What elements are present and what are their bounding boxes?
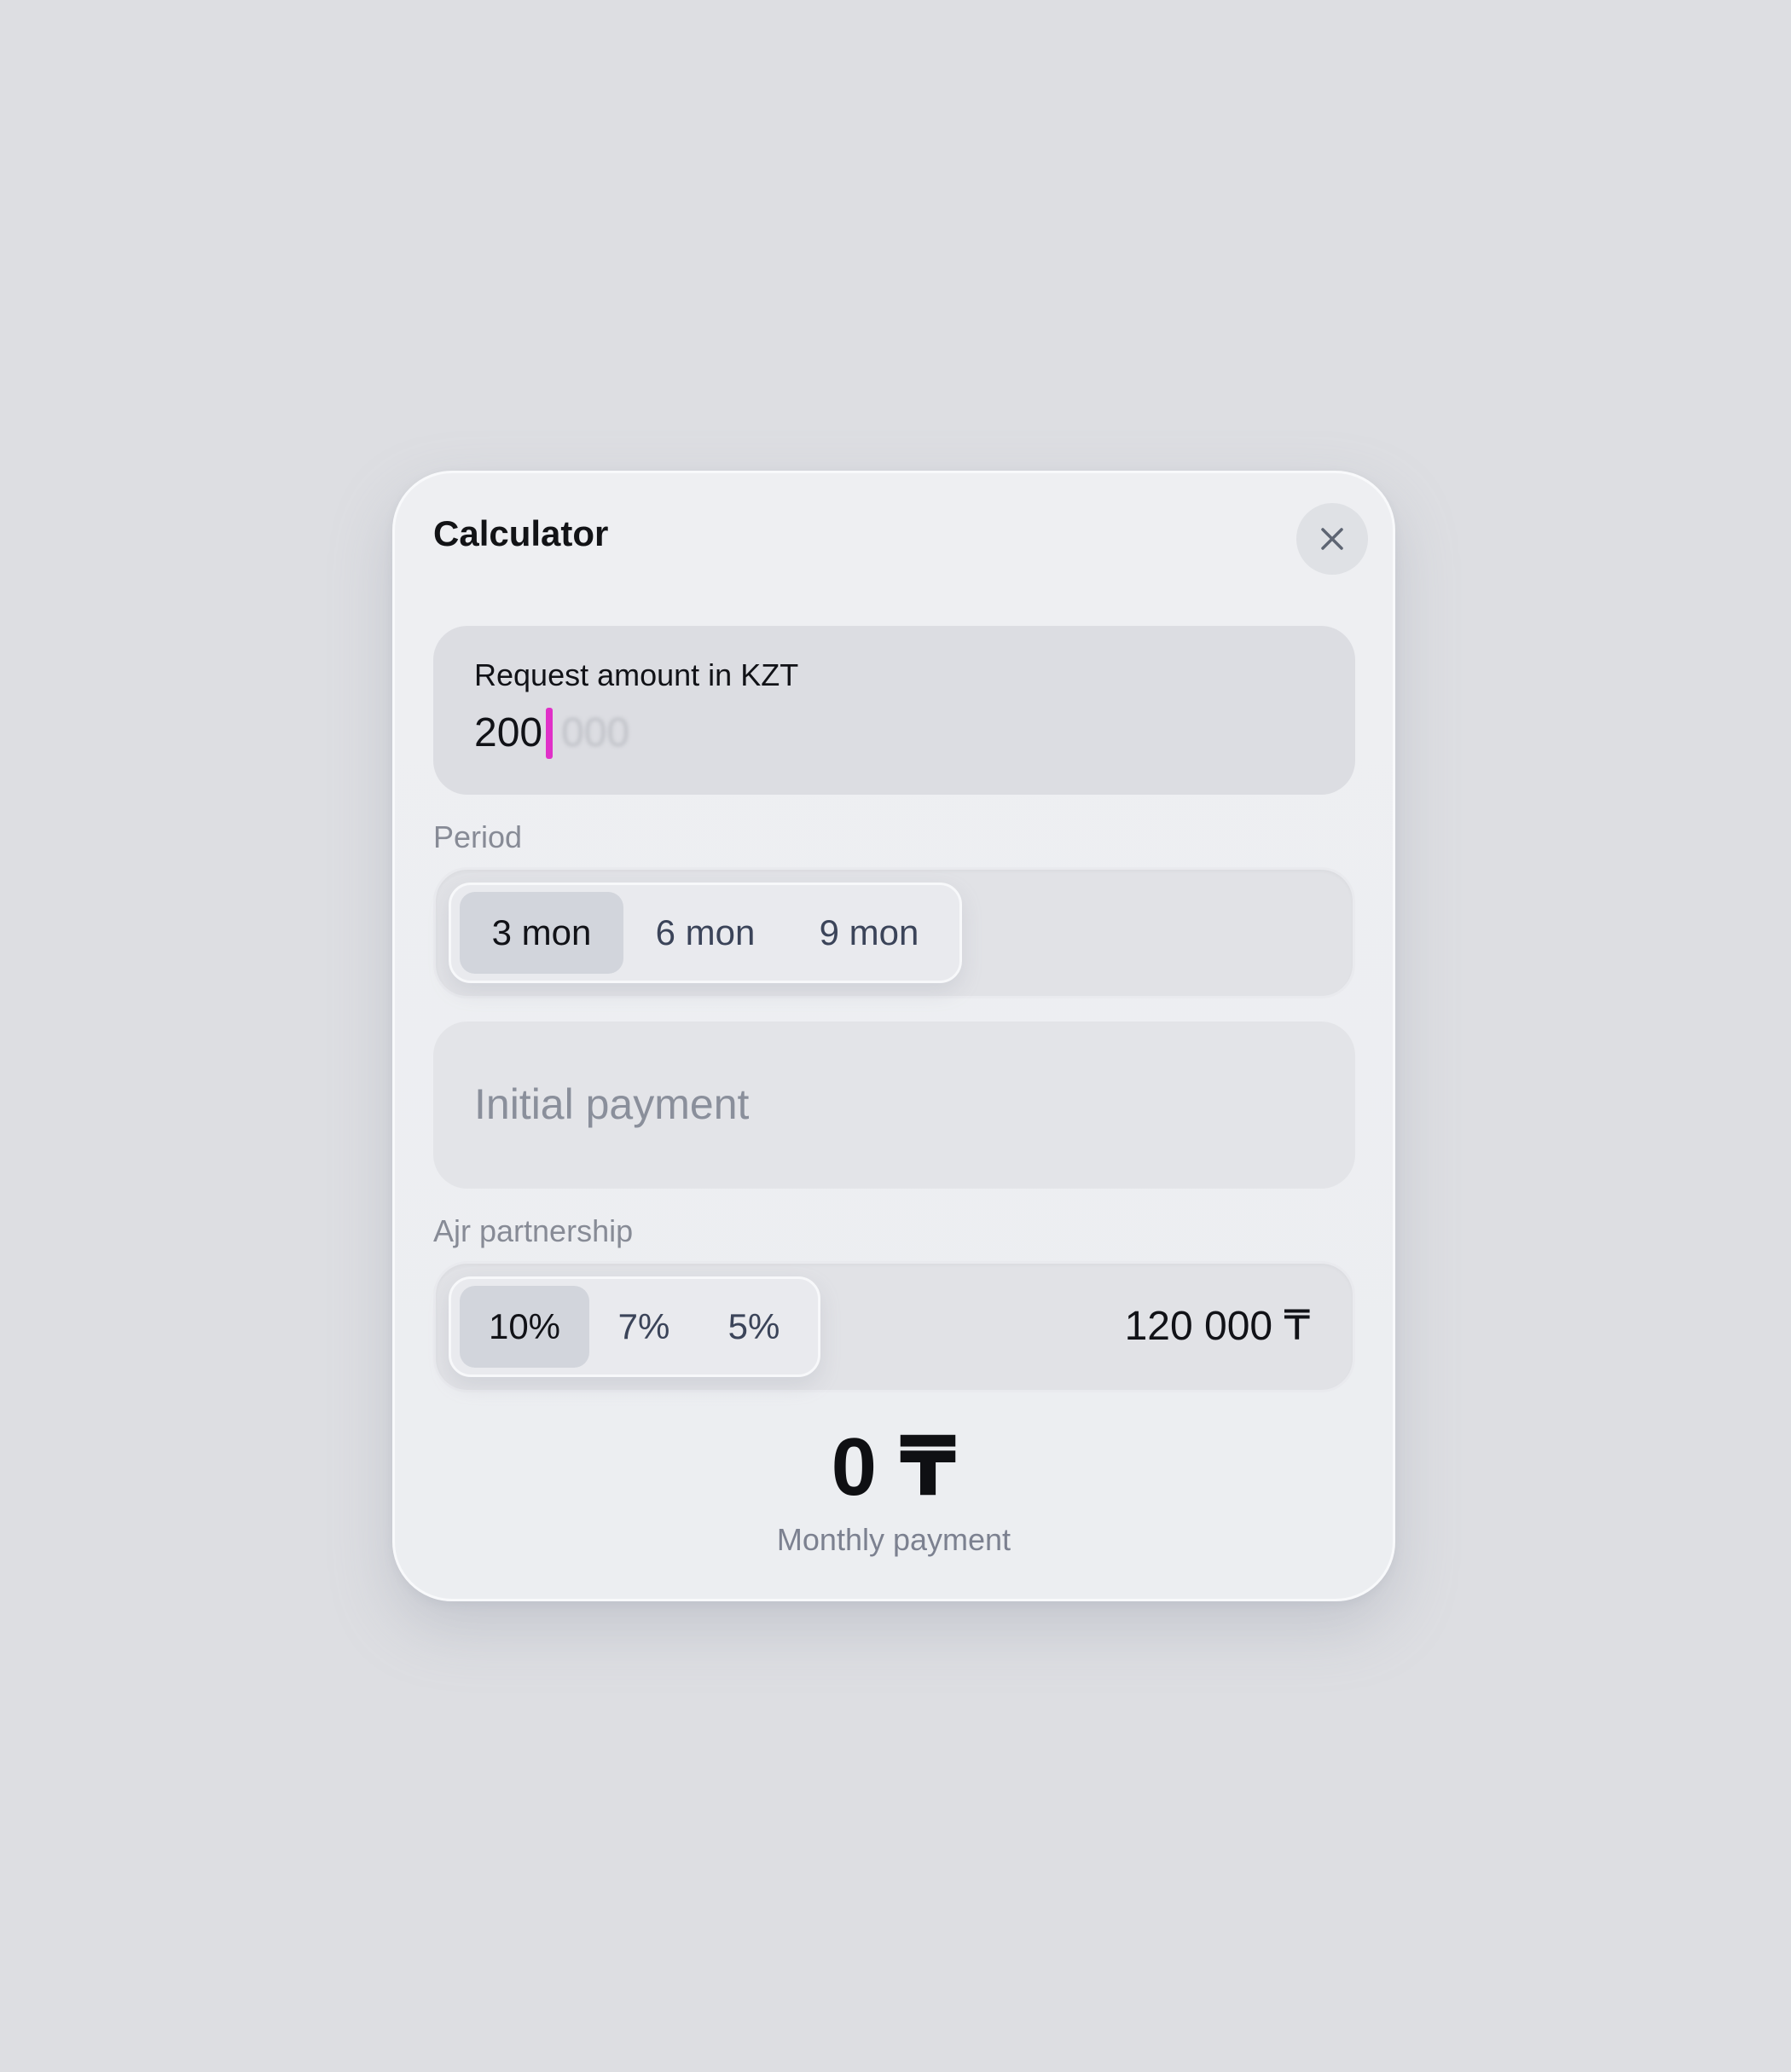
monthly-payment-value: 0 ₸ [831, 1421, 957, 1513]
partnership-option-7[interactable]: 7% [589, 1286, 698, 1368]
request-amount-input[interactable]: 200 000 [474, 708, 629, 759]
period-option-6[interactable]: 6 mon [623, 892, 787, 974]
partnership-option-10[interactable]: 10% [460, 1286, 589, 1368]
partnership-amount: 120 000 ₸ [1124, 1304, 1310, 1349]
period-option-3[interactable]: 3 mon [460, 892, 623, 974]
period-label: Period [433, 819, 523, 854]
request-amount-value: 200 [474, 710, 543, 755]
request-amount-ghost-value: 000 [561, 710, 630, 755]
calculator-dialog: Calculator Request amount in KZT 200 000… [392, 471, 1395, 1601]
text-caret [546, 708, 554, 759]
close-icon [1321, 528, 1343, 550]
period-segmented-control: 3 mon 6 mon 9 mon [449, 883, 962, 983]
request-amount-label: Request amount in KZT [474, 657, 799, 692]
partnership-selector: 10% 7% 5% 120 000 ₸ [433, 1261, 1355, 1392]
partnership-segmented-control: 10% 7% 5% [449, 1276, 820, 1377]
dialog-title: Calculator [433, 513, 609, 553]
period-selector: 3 mon 6 mon 9 mon [433, 867, 1355, 998]
close-button[interactable] [1296, 503, 1368, 575]
partnership-label: Ajr partnership [433, 1213, 634, 1248]
partnership-option-5[interactable]: 5% [698, 1286, 809, 1368]
initial-payment-field[interactable]: Initial payment [433, 1022, 1355, 1189]
request-amount-field[interactable]: Request amount in KZT 200 000 [433, 626, 1355, 795]
initial-payment-placeholder: Initial payment [474, 1080, 750, 1128]
period-option-9[interactable]: 9 mon [787, 892, 951, 974]
monthly-payment-label: Monthly payment [776, 1522, 1011, 1557]
